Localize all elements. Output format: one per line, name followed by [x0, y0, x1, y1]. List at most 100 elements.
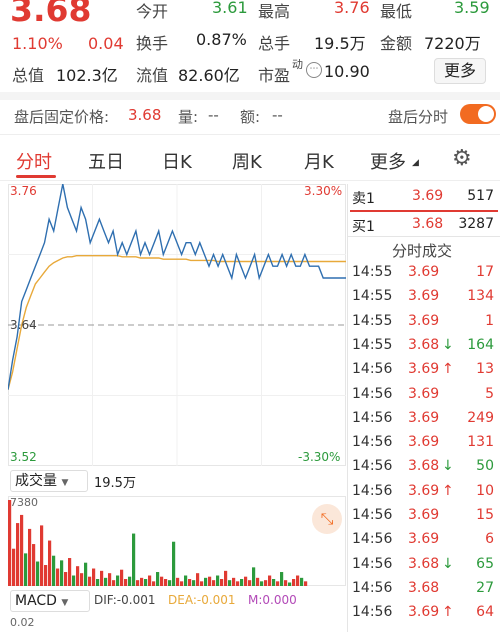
- tab-weekly-k[interactable]: 周K: [232, 148, 262, 174]
- tick-time: 14:55: [352, 288, 393, 305]
- price-chart[interactable]: [8, 184, 346, 466]
- chart-bottom-price: 3.52: [10, 450, 37, 464]
- after-hours-toggle[interactable]: [460, 104, 496, 124]
- tick-direction-icon: ↑: [442, 482, 454, 499]
- tick-volume: 64: [476, 604, 494, 621]
- more-button[interactable]: 更多: [434, 58, 486, 84]
- low-label: 最低: [380, 2, 413, 21]
- tick-row: 14:55 3.69 1: [352, 313, 498, 337]
- ticks-title: 分时成交: [392, 242, 453, 260]
- volume-bar: [276, 581, 280, 586]
- volume-bar: [144, 579, 148, 586]
- float-value: 82.60亿: [178, 66, 240, 85]
- bid-ask-divider: [350, 210, 498, 212]
- tab-five-day[interactable]: 五日: [88, 148, 124, 174]
- tick-time: 14:56: [352, 409, 393, 426]
- tick-row: 14:56 3.68 27: [352, 580, 498, 604]
- tick-time: 14:56: [352, 531, 393, 548]
- volume-bar: [156, 572, 160, 586]
- volume-bar: [64, 572, 68, 586]
- volume-indicator-select[interactable]: 成交量 ▼: [10, 470, 88, 492]
- tick-price: 3.69: [408, 604, 440, 621]
- tick-time: 14:56: [352, 555, 393, 572]
- amount-label: 金额: [380, 34, 413, 53]
- volume-bar: [96, 579, 100, 586]
- macd-selector-label: MACD: [15, 593, 57, 609]
- tick-volume: 134: [467, 288, 494, 305]
- gear-icon[interactable]: ⚙: [452, 146, 472, 171]
- tab-daily-k[interactable]: 日K: [162, 148, 192, 174]
- divider: [0, 134, 500, 135]
- tab-monthly-k[interactable]: 月K: [304, 148, 334, 174]
- volume-bar: [24, 553, 28, 586]
- tick-row: 14:56 3.69 5: [352, 386, 498, 410]
- buy-1-price: 3.68: [412, 216, 444, 232]
- tab-more[interactable]: 更多: [370, 148, 406, 174]
- high-value: 3.76: [334, 0, 370, 17]
- tick-direction-icon: ↓: [442, 458, 454, 475]
- divider: [348, 236, 500, 237]
- volume-bar: [192, 580, 196, 586]
- after-hours-volume: --: [208, 106, 219, 124]
- tick-price: 3.68: [408, 336, 440, 353]
- volume-bar: [172, 541, 176, 586]
- volume-bar: [28, 528, 32, 586]
- tick-row: 14:55 3.69 134: [352, 288, 498, 312]
- macd-m: M:0.000: [248, 593, 297, 607]
- volume-bar: [108, 573, 112, 586]
- tick-price: 3.68: [408, 458, 440, 475]
- volume-bar: [284, 580, 288, 586]
- info-icon[interactable]: ⋯: [306, 62, 322, 78]
- tick-price: 3.68: [408, 579, 440, 596]
- volume-bar: [56, 568, 60, 586]
- tick-volume: 1: [485, 312, 494, 329]
- tick-direction-icon: ↑: [442, 604, 454, 621]
- volume-bar: [8, 500, 12, 586]
- tick-time: 14:56: [352, 361, 393, 378]
- tick-time: 14:56: [352, 604, 393, 621]
- macd-indicator-select[interactable]: MACD ▼: [10, 590, 90, 612]
- volume-bar: [104, 577, 108, 586]
- volume-bar: [252, 567, 256, 586]
- volume-bar: [32, 544, 36, 586]
- tick-time: 14:55: [352, 336, 393, 353]
- volume-bar: [68, 558, 72, 586]
- mktcap-label: 总值: [12, 66, 45, 85]
- volume-bar: [44, 565, 48, 586]
- volume-bar: [216, 575, 220, 586]
- tick-volume: 164: [467, 336, 494, 353]
- expand-icon[interactable]: ⤡: [312, 504, 342, 534]
- chart-bottom-percent: -3.30%: [298, 450, 341, 464]
- tick-row: 14:56 3.68 ↓ 65: [352, 556, 498, 580]
- volume-bar: [40, 525, 44, 586]
- volume-chart[interactable]: [8, 496, 346, 586]
- volume-bar: [288, 582, 292, 586]
- volume-bar: [12, 548, 16, 586]
- tick-row: 14:56 3.69 131: [352, 434, 498, 458]
- change-percent: 1.10%: [12, 34, 63, 53]
- tab-timeshare[interactable]: 分时: [16, 148, 52, 174]
- tick-direction-icon: ↑: [442, 361, 454, 378]
- tick-time: 14:56: [352, 579, 393, 596]
- tick-volume: 131: [467, 434, 494, 451]
- volume-bar: [292, 579, 296, 586]
- volume-bar: [136, 580, 140, 586]
- pe-dynamic-superscript: 动: [292, 58, 303, 71]
- tick-time: 14:56: [352, 507, 393, 523]
- sell-1-volume: 517: [467, 188, 494, 204]
- tick-price: 3.69: [408, 264, 440, 280]
- volume-bar: [272, 579, 276, 586]
- tick-row: 14:56 3.69 ↑ 10: [352, 483, 498, 507]
- volume-bar: [132, 533, 136, 586]
- volume-value: 19.5万: [314, 34, 366, 53]
- volume-bar: [128, 576, 132, 586]
- chevron-down-icon: ▼: [61, 598, 69, 608]
- volume-total: 19.5万: [94, 476, 136, 491]
- volume-bar: [148, 575, 152, 586]
- tick-row: 14:56 3.69 ↑ 13: [352, 361, 498, 385]
- tick-volume: 5: [485, 385, 494, 402]
- tick-direction-icon: ↓: [442, 555, 454, 572]
- sell-1-label: 卖1: [352, 191, 375, 207]
- volume-bar: [304, 581, 308, 586]
- tick-row: 14:56 3.69 ↑ 64: [352, 604, 498, 628]
